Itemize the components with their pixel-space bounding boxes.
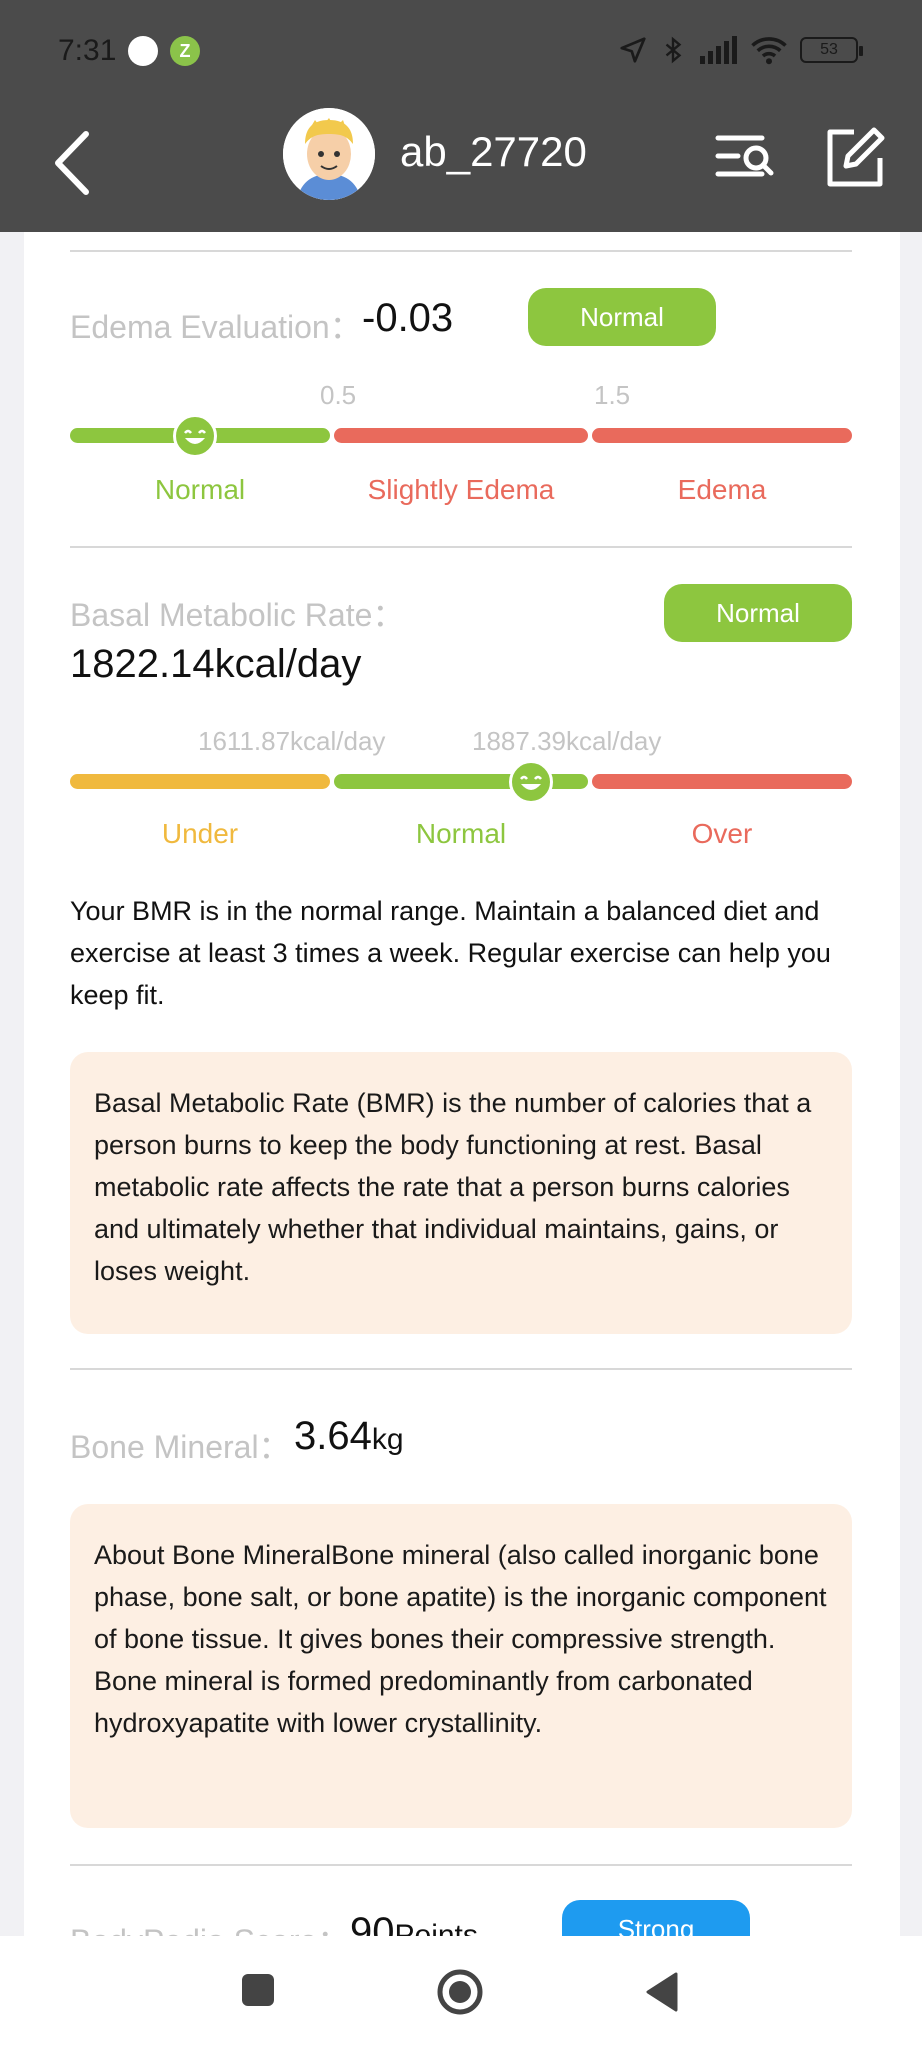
system-nav-bar [0, 1936, 922, 2048]
battery-icon: 53 [800, 37, 863, 63]
bmr-bar-over [592, 774, 852, 789]
edit-icon[interactable] [822, 126, 886, 190]
bmr-status-badge: Normal [664, 584, 852, 642]
edema-zone-slightly: Slightly Edema [367, 474, 555, 505]
avatar[interactable] [283, 108, 375, 200]
bmr-advice-text: Your BMR is in the normal range. Maintai… [70, 896, 831, 1010]
divider [70, 546, 852, 548]
edema-bar-edema [592, 428, 852, 443]
wifi-icon [751, 37, 787, 65]
bmr-value: 1822.14kcal/day [70, 642, 362, 686]
edema-threshold-high: 1.5 [594, 380, 631, 410]
smile-indicator-icon [509, 760, 554, 804]
bone-value-unit: kg [371, 1423, 404, 1456]
status-time: 7:31 [58, 34, 117, 67]
edema-label: Edema Evaluation： [70, 309, 362, 345]
bone-value: 3.64kg [294, 1414, 404, 1459]
bmr-zone-over: Over [691, 818, 753, 849]
bmr-info-box: Basal Metabolic Rate (BMR) is the number… [70, 1052, 852, 1334]
nav-bar: ab_27720 [0, 100, 922, 232]
avatar-face-icon [283, 108, 375, 200]
bluetooth-icon [665, 36, 682, 64]
smile-indicator-icon [173, 414, 218, 458]
home-button[interactable] [436, 1968, 484, 2016]
status-bar: 7:31 Z 53 [0, 0, 922, 100]
bone-info-box: About Bone MineralBone mineral (also cal… [70, 1504, 852, 1828]
edema-bar-slightly [334, 428, 588, 443]
bmr-zone-normal: Normal [415, 818, 507, 849]
bmr-bar-under [70, 774, 330, 789]
edema-threshold-low: 0.5 [320, 380, 357, 410]
bmr-threshold-high: 1887.39kcal/day [472, 726, 662, 756]
edema-zone-normal: Normal [154, 474, 246, 505]
bmr-threshold-low: 1611.87kcal/day [198, 726, 386, 756]
username: ab_27720 [400, 128, 587, 175]
bmr-label: Basal Metabolic Rate： [70, 597, 405, 633]
status-icons: 53 [618, 30, 863, 70]
edema-zone-edema: Edema [677, 474, 767, 505]
edema-status-badge: Normal [528, 288, 716, 346]
bone-value-number: 3.64 [294, 1414, 372, 1458]
divider [70, 1368, 852, 1370]
divider [70, 1864, 852, 1866]
edema-value: -0.03 [362, 296, 454, 340]
app-root: { "status_bar": { "time": "7:31", "badge… [0, 0, 922, 2048]
bmr-zone-under: Under [161, 818, 239, 849]
recent-apps-button[interactable] [240, 1972, 276, 2008]
back-button[interactable] [644, 1972, 680, 2012]
search-history-icon[interactable] [714, 126, 778, 190]
signal-icon [700, 36, 737, 64]
bone-label: Bone Mineral： [70, 1429, 291, 1465]
app-notification-icon [128, 36, 158, 66]
location-icon [620, 37, 646, 63]
divider [70, 250, 852, 252]
z-notification-icon: Z [170, 36, 200, 66]
back-arrow-icon[interactable] [50, 128, 94, 198]
top-bar: 7:31 Z 53 ab_27720 [0, 0, 922, 232]
